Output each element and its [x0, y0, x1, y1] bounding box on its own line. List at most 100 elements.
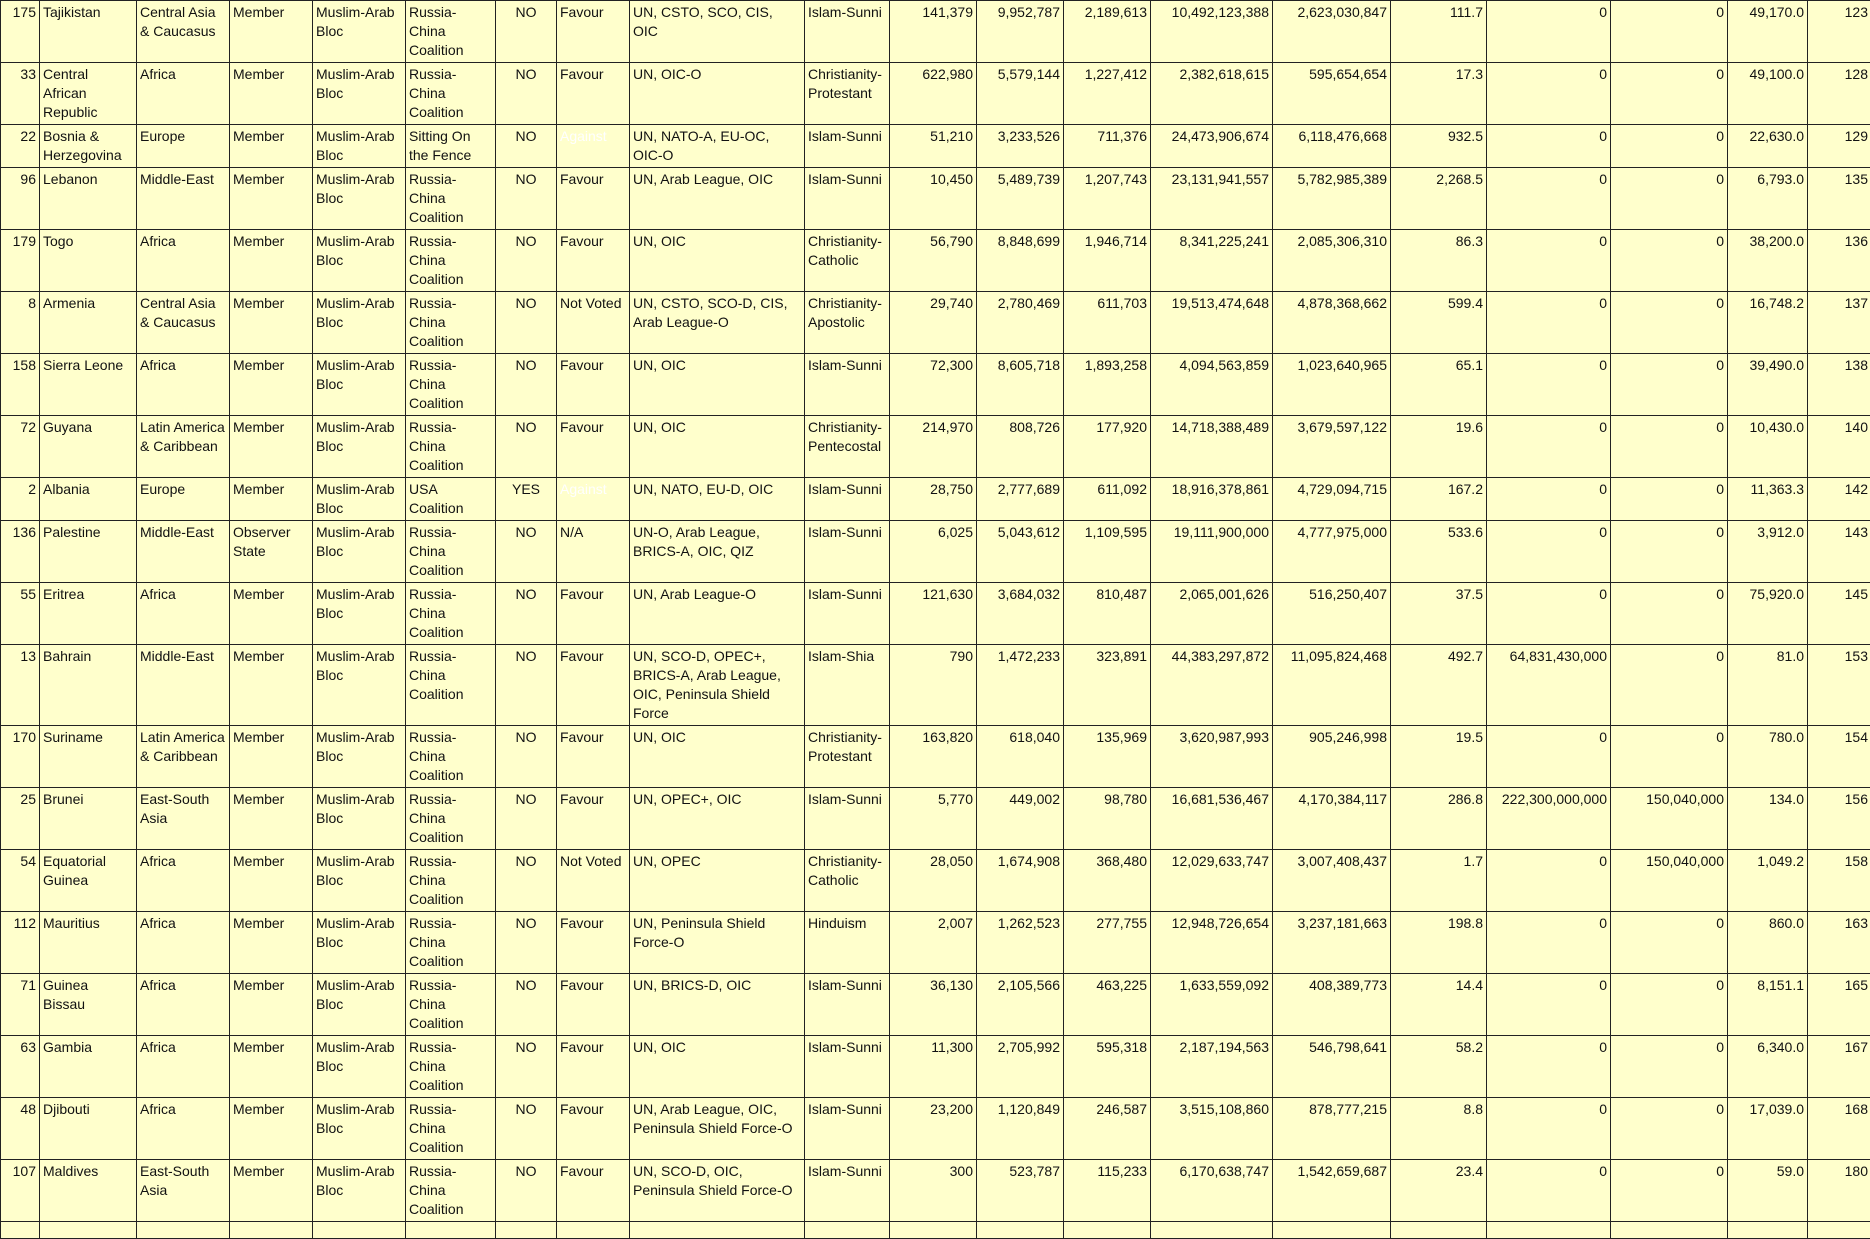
cell-rank[interactable]: 168	[1808, 1098, 1870, 1160]
cell-status[interactable]: Member	[230, 645, 313, 726]
cell-religion[interactable]: Islam-Sunni	[805, 1098, 890, 1160]
cell-value-1[interactable]: 0	[1487, 974, 1611, 1036]
cell-population[interactable]: 9,952,787	[977, 1, 1064, 63]
cell-bloc[interactable]: Muslim-Arab Bloc	[313, 1, 406, 63]
cell-value-3[interactable]: 38,200.0	[1728, 230, 1808, 292]
cell-rank[interactable]: 143	[1808, 521, 1870, 583]
cell-bloc[interactable]: Muslim-Arab Bloc	[313, 521, 406, 583]
cell-id[interactable]: 179	[1, 230, 40, 292]
cell-rank[interactable]: 136	[1808, 230, 1870, 292]
cell-coalition[interactable]: USA Coalition	[406, 478, 496, 521]
cell-value-1-partial[interactable]	[1487, 1222, 1611, 1239]
cell-vote[interactable]: Favour	[557, 1036, 630, 1098]
cell-flag[interactable]: NO	[496, 912, 557, 974]
cell-population-2[interactable]: 1,207,743	[1064, 168, 1151, 230]
cell-gdp-2[interactable]: 3,237,181,663	[1273, 912, 1391, 974]
cell-organizations[interactable]: UN, OIC	[630, 1036, 805, 1098]
cell-religion[interactable]: Christianity-Catholic	[805, 230, 890, 292]
cell-id[interactable]: 22	[1, 125, 40, 168]
cell-organizations[interactable]: UN, SCO-D, OPEC+, BRICS-A, Arab League, …	[630, 645, 805, 726]
cell-vote[interactable]: Favour	[557, 1098, 630, 1160]
cell-flag[interactable]: NO	[496, 125, 557, 168]
cell-vote[interactable]: Not Voted	[557, 292, 630, 354]
cell-population[interactable]: 2,105,566	[977, 974, 1064, 1036]
cell-vote[interactable]: Against	[557, 478, 630, 521]
cell-value-1[interactable]: 0	[1487, 850, 1611, 912]
cell-religion[interactable]: Islam-Sunni	[805, 168, 890, 230]
cell-country[interactable]: Djibouti	[40, 1098, 137, 1160]
cell-density[interactable]: 599.4	[1391, 292, 1487, 354]
cell-population-2[interactable]: 463,225	[1064, 974, 1151, 1036]
cell-value-1[interactable]: 0	[1487, 416, 1611, 478]
cell-coalition[interactable]: Russia-China Coalition	[406, 416, 496, 478]
cell-gdp[interactable]: 8,341,225,241	[1151, 230, 1273, 292]
cell-gdp[interactable]: 6,170,638,747	[1151, 1160, 1273, 1222]
cell-rank[interactable]: 163	[1808, 912, 1870, 974]
cell-status[interactable]: Member	[230, 974, 313, 1036]
cell-population[interactable]: 1,120,849	[977, 1098, 1064, 1160]
cell-value-3-partial[interactable]	[1728, 1222, 1808, 1239]
cell-density[interactable]: 37.5	[1391, 583, 1487, 645]
cell-id[interactable]: 55	[1, 583, 40, 645]
cell-vote[interactable]: Not Voted	[557, 850, 630, 912]
cell-value-3[interactable]: 1,049.2	[1728, 850, 1808, 912]
cell-coalition[interactable]: Russia-China Coalition	[406, 63, 496, 125]
cell-density[interactable]: 23.4	[1391, 1160, 1487, 1222]
cell-value-1[interactable]: 222,300,000,000	[1487, 788, 1611, 850]
cell-population-2[interactable]: 323,891	[1064, 645, 1151, 726]
cell-rank[interactable]: 145	[1808, 583, 1870, 645]
cell-population-2[interactable]: 611,703	[1064, 292, 1151, 354]
cell-organizations[interactable]: UN, Peninsula Shield Force-O	[630, 912, 805, 974]
cell-flag[interactable]: NO	[496, 1098, 557, 1160]
cell-value-2[interactable]: 0	[1611, 292, 1728, 354]
cell-country[interactable]: Armenia	[40, 292, 137, 354]
cell-region[interactable]: Europe	[137, 478, 230, 521]
cell-vote[interactable]: Favour	[557, 788, 630, 850]
cell-area[interactable]: 23,200	[890, 1098, 977, 1160]
cell-population[interactable]: 449,002	[977, 788, 1064, 850]
cell-bloc[interactable]: Muslim-Arab Bloc	[313, 168, 406, 230]
cell-region[interactable]: Africa	[137, 850, 230, 912]
cell-bloc[interactable]: Muslim-Arab Bloc	[313, 292, 406, 354]
cell-population-2[interactable]: 2,189,613	[1064, 1, 1151, 63]
cell-region[interactable]: Africa	[137, 1098, 230, 1160]
cell-status[interactable]: Member	[230, 230, 313, 292]
cell-rank[interactable]: 156	[1808, 788, 1870, 850]
cell-population[interactable]: 618,040	[977, 726, 1064, 788]
cell-flag[interactable]: NO	[496, 292, 557, 354]
cell-area[interactable]: 28,050	[890, 850, 977, 912]
cell-gdp-2[interactable]: 408,389,773	[1273, 974, 1391, 1036]
cell-vote[interactable]: Favour	[557, 354, 630, 416]
cell-gdp[interactable]: 24,473,906,674	[1151, 125, 1273, 168]
cell-flag[interactable]: NO	[496, 645, 557, 726]
cell-status[interactable]: Member	[230, 354, 313, 416]
cell-value-2[interactable]: 0	[1611, 1160, 1728, 1222]
cell-id[interactable]: 175	[1, 1, 40, 63]
cell-organizations[interactable]: UN, OIC	[630, 354, 805, 416]
cell-gdp[interactable]: 18,916,378,861	[1151, 478, 1273, 521]
cell-id[interactable]: 63	[1, 1036, 40, 1098]
cell-region[interactable]: Africa	[137, 230, 230, 292]
cell-bloc[interactable]: Muslim-Arab Bloc	[313, 726, 406, 788]
cell-coalition[interactable]: Russia-China Coalition	[406, 974, 496, 1036]
cell-coalition[interactable]: Russia-China Coalition	[406, 521, 496, 583]
cell-population[interactable]: 808,726	[977, 416, 1064, 478]
cell-bloc[interactable]: Muslim-Arab Bloc	[313, 354, 406, 416]
cell-flag-partial[interactable]	[496, 1222, 557, 1239]
cell-rank[interactable]: 167	[1808, 1036, 1870, 1098]
cell-value-1[interactable]: 0	[1487, 292, 1611, 354]
cell-population[interactable]: 523,787	[977, 1160, 1064, 1222]
cell-organizations[interactable]: UN, OIC	[630, 416, 805, 478]
cell-rank[interactable]: 165	[1808, 974, 1870, 1036]
cell-id[interactable]: 170	[1, 726, 40, 788]
cell-organizations[interactable]: UN, NATO, EU-D, OIC	[630, 478, 805, 521]
cell-organizations[interactable]: UN, OPEC	[630, 850, 805, 912]
cell-region[interactable]: Africa	[137, 354, 230, 416]
cell-density[interactable]: 111.7	[1391, 1, 1487, 63]
cell-country[interactable]: Maldives	[40, 1160, 137, 1222]
cell-coalition[interactable]: Russia-China Coalition	[406, 645, 496, 726]
cell-density[interactable]: 19.6	[1391, 416, 1487, 478]
cell-area[interactable]: 51,210	[890, 125, 977, 168]
cell-area[interactable]: 121,630	[890, 583, 977, 645]
cell-region[interactable]: Middle-East	[137, 521, 230, 583]
